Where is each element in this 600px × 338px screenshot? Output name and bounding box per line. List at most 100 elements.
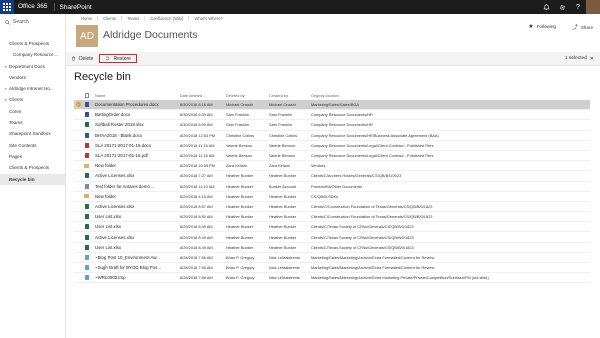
row-original-location: Marketing/Sales/Sales/BGA (311, 102, 360, 108)
nav-item[interactable]: Clients & Prospects (0, 38, 65, 49)
nav-item[interactable]: Company Resource ... (0, 49, 65, 60)
row-name[interactable]: New folder (91, 194, 178, 199)
share-button[interactable]: ⤴ Share (572, 23, 593, 32)
table-row[interactable]: BattingOrder.docx 8/30/2018 6:09 AM Sam Fr… (74, 110, 590, 121)
table-row[interactable]: New folder 8/29/2018 4:15 AM Heather Bunke… (74, 192, 590, 202)
table-row[interactable]: ~Sugh Draft for BYOD Blog Pos... 8/28/201… (74, 263, 590, 274)
delete-button[interactable]: Delete (66, 52, 98, 66)
search-box[interactable]: Search (0, 15, 65, 29)
row-name[interactable]: User List.xlsx (91, 214, 178, 219)
nav-item[interactable]: ▾ Clients (0, 94, 65, 105)
row-name[interactable]: Active Licenses.xlsx (91, 235, 178, 240)
xlsx-file-icon (84, 214, 89, 220)
selection-status[interactable]: 1 selected ✕ (565, 56, 600, 62)
row-name[interactable]: User List.xlsx (91, 224, 178, 229)
xlsx-file-icon (84, 173, 89, 179)
column-created-by[interactable]: Created by (269, 93, 311, 98)
row-name[interactable]: Test folder for Antares demo ... (91, 184, 178, 189)
row-name[interactable]: BattingOrder.docx (91, 112, 178, 117)
help-icon[interactable]: ? (570, 0, 586, 14)
nav-item[interactable]: ▾ Aldridge Intranet Ho... (0, 83, 65, 94)
row-name[interactable]: Documentation Procedures.docx (91, 102, 178, 107)
table-row[interactable]: SLA 20171-2017-01-16.docx 8/29/2018 11:16… (74, 141, 590, 151)
app-launcher-button[interactable] (0, 0, 14, 14)
nav-item[interactable]: ▾ Department Docs (0, 61, 65, 72)
row-date-deleted: 8/29/2018 8:57 AM (180, 203, 213, 209)
xlsx-file-icon (84, 234, 89, 240)
nav-item[interactable]: Pages (0, 151, 65, 162)
gear-icon[interactable] (554, 0, 570, 14)
table-row[interactable]: SLA 20171-2017-01-16.pdf 8/29/2018 11:16 … (74, 151, 590, 162)
file-type-cell (82, 163, 91, 168)
row-name[interactable]: BHAA2018 - Blank.docx (91, 133, 178, 138)
nav-item[interactable]: Teams (0, 117, 65, 128)
table-row[interactable]: User List.xlsx 8/29/2018 8:49 AM Heather B… (74, 243, 590, 253)
nav-item[interactable]: Cores (0, 106, 65, 117)
topnav-teams[interactable]: Teams (122, 16, 146, 21)
table-row[interactable]: ~Blog Post 10_Environment Aw... 8/28/2018… (74, 253, 590, 263)
site-title[interactable]: Aldridge Documents (103, 29, 198, 41)
table-row[interactable]: Active Licenses.xlsx 8/29/2018 8:49 AM Hea… (74, 232, 590, 243)
row-deleted-by: Brian P. Gregory (226, 254, 255, 260)
bell-icon[interactable] (538, 0, 554, 14)
row-name[interactable]: SLA 20171-2017-01-16.pdf (91, 153, 178, 158)
row-name[interactable]: New folder (91, 163, 178, 168)
row-deleted-by: Heather Bunker (226, 214, 254, 220)
docx-file-icon (84, 112, 89, 118)
column-original-location[interactable]: Original location (311, 93, 590, 98)
command-bar: Delete Restore 1 selected ✕ (66, 52, 600, 66)
table-row[interactable]: BHAA2018 - Blank.docx 8/29/2018 12:53 PM C… (74, 131, 590, 141)
table-row[interactable]: Softball Roster 2018.xlsx 8/30/2018 6:09 … (74, 120, 590, 131)
nav-item[interactable]: Site Contents (0, 140, 65, 151)
table-row[interactable]: New folder 8/29/2018 10:59 PM Zara Kellam Z… (74, 161, 590, 172)
column-name[interactable]: Name (91, 93, 178, 98)
row-name[interactable]: Active Licenses.xlsx (91, 204, 178, 209)
nav-item[interactable]: Clients & Prospects (0, 162, 65, 173)
nav-item-label: Sharepoint Sandbox (9, 131, 51, 137)
nav-item[interactable]: Sharepoint Sandbox (0, 128, 65, 139)
row-name[interactable]: ~WRL0003.tmp (91, 275, 178, 280)
table-row[interactable]: User List.xlsx 8/29/2018 8:50 AM Heather B… (74, 212, 590, 223)
share-icon: ⤴ (572, 25, 578, 31)
topnav-home[interactable]: Home (76, 16, 99, 21)
row-date-deleted: 8/29/2018 10:59 PM (180, 163, 216, 169)
file-type-header[interactable] (82, 93, 91, 98)
table-row[interactable]: Test folder for Antares demo ... 8/29/201… (74, 182, 590, 192)
office365-brand[interactable]: Office 365 (14, 3, 55, 11)
site-logo[interactable]: AD (76, 25, 98, 47)
row-original-location: Marketing/Sales/Marketing/Archive/Extra … (311, 254, 435, 260)
nav-item[interactable]: Vendors (0, 72, 65, 83)
table-row[interactable]: ✓ Documentation Procedures.docx 8/30/2018 … (74, 100, 590, 111)
row-deleted-by: Heather Bunker (226, 203, 254, 209)
restore-button[interactable]: Restore (99, 54, 137, 63)
table-row[interactable]: Active Licenses.xlsx 8/29/2018 7:27 AM Hea… (74, 171, 590, 182)
topnav-whats-where[interactable]: What's Where? (189, 16, 228, 21)
pdf-file-icon (84, 142, 89, 148)
row-name[interactable]: User List.xlsx (91, 245, 178, 250)
row-date-deleted: 8/30/2018 8:16 AM (180, 102, 213, 108)
row-name[interactable]: Active Licenses.xlsx (91, 173, 178, 178)
avatar[interactable] (586, 0, 600, 14)
row-name[interactable]: ~Blog Post 10_Environment Aw... (91, 255, 178, 260)
file-type-cell (82, 142, 91, 148)
topnav-clients[interactable]: Clients (98, 16, 122, 21)
follow-button[interactable]: ★ Following (528, 23, 556, 30)
row-created-by: Valerie Benson (269, 142, 296, 148)
row-date-deleted: 8/29/2018 8:49 AM (180, 234, 213, 240)
row-name[interactable]: ~Sugh Draft for BYOD Blog Pos... (91, 265, 178, 270)
row-name[interactable]: SLA 20171-2017-01-16.docx (91, 143, 178, 148)
row-name[interactable]: Softball Roster 2018.xlsx (91, 122, 178, 127)
nav-item-label: Vendors (9, 74, 26, 80)
follow-label: Following (536, 24, 556, 29)
topnav-confluence[interactable]: Confluence (Wiki) (145, 16, 190, 21)
column-deleted-by[interactable]: Deleted by (226, 93, 269, 98)
nav-item-label: Department Docs (9, 63, 45, 69)
nav-item[interactable]: Recycle bin (0, 173, 65, 185)
sharepoint-app-link[interactable]: SharePoint (55, 4, 92, 11)
row-checkbox[interactable]: ✓ (74, 102, 82, 108)
close-icon[interactable]: ✕ (590, 56, 594, 62)
table-row[interactable]: Active Licenses.xlsx 8/29/2018 8:57 AM Hea… (74, 202, 590, 213)
column-date-deleted[interactable]: Date deleted ↓ (178, 93, 226, 98)
table-row[interactable]: ~WRL0003.tmp 8/28/2018 7:56 AM Brian P. Gr… (74, 273, 590, 284)
table-row[interactable]: User List.xlsx 8/29/2018 8:49 AM Heather B… (74, 222, 590, 233)
